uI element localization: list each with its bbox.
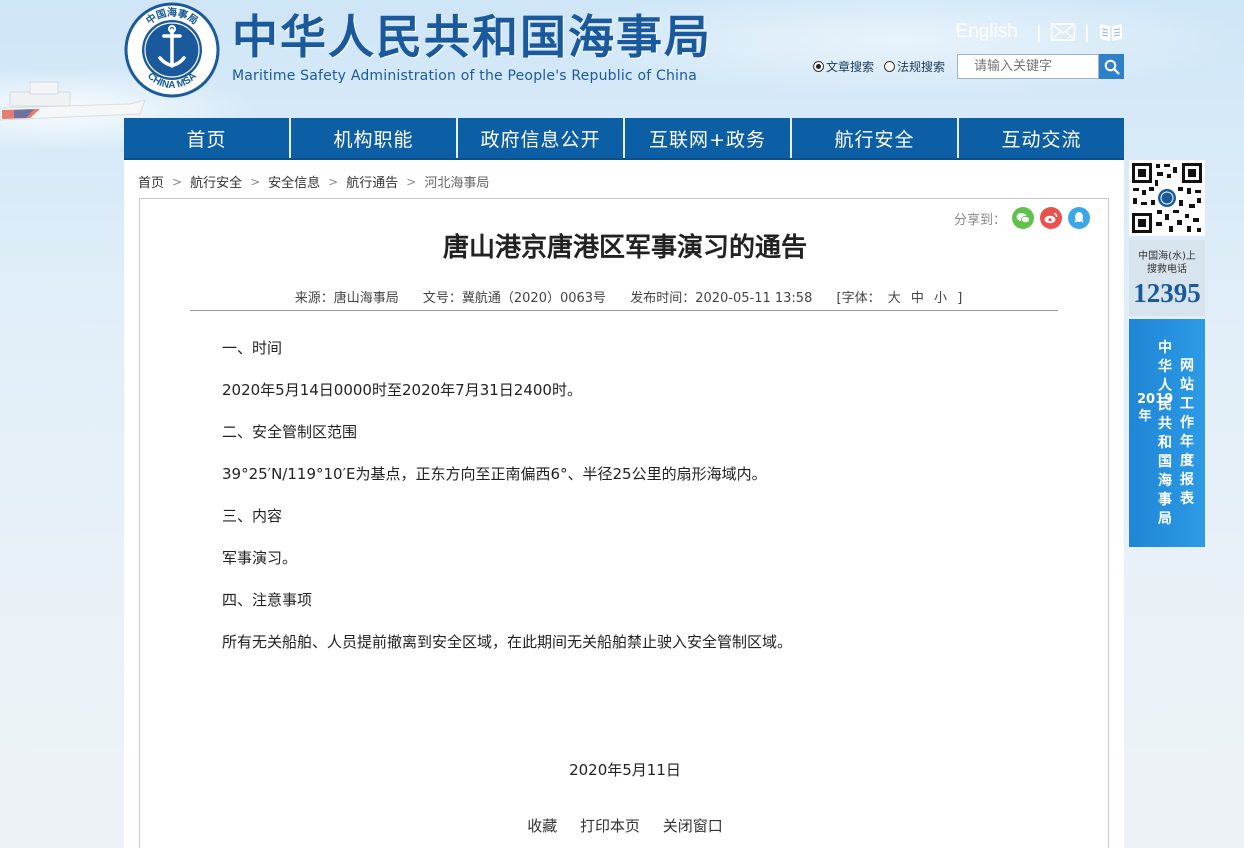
search-input[interactable] xyxy=(957,54,1099,79)
radio-regulation-search[interactable]: 法规搜索 xyxy=(883,58,945,75)
book-icon[interactable] xyxy=(1098,21,1124,43)
radio-dot[interactable] xyxy=(883,61,895,72)
article-paragraph: 三、内容 xyxy=(222,507,283,525)
font-size-label: [字体： xyxy=(836,291,881,306)
divider: | xyxy=(1083,21,1090,43)
font-size-large-button[interactable]: 大 xyxy=(888,291,901,306)
qq-share-icon[interactable] xyxy=(1068,207,1090,229)
article-paragraph: 军事演习。 xyxy=(222,549,298,567)
hotline-label: 中国海(水)上 xyxy=(1138,251,1196,262)
qr-code-icon[interactable] xyxy=(1129,160,1205,236)
article-actions: 收藏 打印本页 关闭窗口 xyxy=(140,815,1110,836)
breadcrumb-navigation-safety[interactable]: 航行安全 xyxy=(190,172,242,191)
breadcrumb-separator: > xyxy=(250,174,261,189)
wechat-share-icon[interactable] xyxy=(1012,207,1034,229)
msa-emblem-logo[interactable]: 中国海事局 CHINA MSA xyxy=(124,2,220,98)
breadcrumb-safety-info[interactable]: 安全信息 xyxy=(268,172,320,191)
site-header: 中国海事局 CHINA MSA 中华人民共和国海事局 Maritime Safe… xyxy=(124,0,1124,118)
radio-article-search[interactable]: 文章搜索 xyxy=(812,58,874,75)
breadcrumb-hebei-msa[interactable]: 河北海事局 xyxy=(424,172,489,191)
close-window-link[interactable]: 关闭窗口 xyxy=(663,817,723,835)
print-link[interactable]: 打印本页 xyxy=(580,817,640,835)
share-bar: 分享到： xyxy=(954,207,1090,229)
nav-item-functions[interactable]: 机构职能 xyxy=(291,118,458,158)
nav-item-navigation-safety[interactable]: 航行安全 xyxy=(792,118,959,158)
breadcrumb-separator: > xyxy=(328,174,339,189)
search-rescue-hotline[interactable]: 中国海(水)上 搜救电话 12395 xyxy=(1129,240,1205,316)
font-size-close-bracket: ] xyxy=(957,291,963,306)
share-label: 分享到： xyxy=(953,212,1006,228)
site-title-cn[interactable]: 中华人民共和国海事局 xyxy=(232,10,712,64)
search-icon xyxy=(1104,59,1120,75)
article-date: 2020年5月11日 xyxy=(569,761,681,779)
report-year: 2019年 xyxy=(1137,392,1174,424)
nav-item-interaction[interactable]: 互动交流 xyxy=(959,118,1124,158)
article-paragraph: 一、时间 xyxy=(222,339,283,357)
article-publish-time: 发布时间：2020-05-11 13:58 xyxy=(630,291,813,306)
article-paragraph: 39°25′N/119°10′E为基点，正东方向至正南偏西6°、半径25公里的扇… xyxy=(222,465,767,483)
title-divider xyxy=(190,310,1058,311)
favorite-link[interactable]: 收藏 xyxy=(527,817,557,835)
article-source: 来源：唐山海事局 xyxy=(294,291,399,306)
article-title: 唐山港京唐港区军事演习的通告 xyxy=(442,233,807,263)
mail-icon[interactable] xyxy=(1050,21,1076,43)
article-paragraph: 四、注意事项 xyxy=(222,591,313,609)
annual-report-banner[interactable]: 2019年 中华人民共和国海事局 网站工作年度报表 xyxy=(1129,319,1205,547)
breadcrumb-home[interactable]: 首页 xyxy=(138,172,164,191)
search-button[interactable] xyxy=(1099,54,1124,79)
breadcrumb-notices[interactable]: 航行通告 xyxy=(346,172,398,191)
breadcrumb-separator: > xyxy=(406,174,417,189)
nav-item-home[interactable]: 首页 xyxy=(124,118,291,158)
article-paragraph: 二、安全管制区范围 xyxy=(222,423,358,441)
english-link[interactable]: English xyxy=(956,21,1018,43)
radio-dot[interactable] xyxy=(812,61,824,72)
search-bar: 文章搜索 法规搜索 xyxy=(812,54,1124,79)
divider: | xyxy=(1035,21,1042,43)
nav-item-gov-info[interactable]: 政府信息公开 xyxy=(458,118,625,158)
hotline-label: 搜救电话 xyxy=(1147,264,1187,275)
article-paragraph: 2020年5月14日0000时至2020年7月31日2400时。 xyxy=(222,381,582,399)
article-panel: 分享到： 唐山港京唐港区军事演习的通告 来源：唐山海事局 文号：冀航通（2020… xyxy=(139,198,1109,848)
site-title-en: Maritime Safety Administration of the Pe… xyxy=(232,68,698,84)
article-doc-number: 文号：冀航通（2020）0063号 xyxy=(422,291,607,306)
font-size-medium-button[interactable]: 中 xyxy=(911,291,924,306)
breadcrumb-separator: > xyxy=(172,174,183,189)
weibo-share-icon[interactable] xyxy=(1040,207,1062,229)
hotline-number: 12395 xyxy=(1133,278,1201,308)
breadcrumb: 首页 > 航行安全 > 安全信息 > 航行通告 > 河北海事局 xyxy=(138,172,489,192)
right-sidebar: 中国海(水)上 搜救电话 12395 2019年 中华人民共和国海事局 网站工作… xyxy=(1129,160,1205,547)
top-links: English | | xyxy=(956,18,1124,46)
radio-label: 文章搜索 xyxy=(825,60,874,74)
font-size-small-button[interactable]: 小 xyxy=(934,291,947,306)
radio-label: 法规搜索 xyxy=(896,60,945,74)
article-meta: 来源：唐山海事局 文号：冀航通（2020）0063号 发布时间：2020-05-… xyxy=(140,287,1110,306)
main-nav: 首页 机构职能 政府信息公开 互联网+政务 航行安全 互动交流 xyxy=(124,118,1124,160)
report-org-name: 中华人民共和国海事局 xyxy=(1158,340,1172,527)
nav-item-internet-gov[interactable]: 互联网+政务 xyxy=(625,118,792,158)
article-body: 一、时间 2020年5月14日0000时至2020年7月31日2400时。 二、… xyxy=(222,339,1042,675)
content-area: 首页 > 航行安全 > 安全信息 > 航行通告 > 河北海事局 分享到： 唐山港… xyxy=(124,160,1124,848)
report-title: 网站工作年度报表 xyxy=(1180,358,1194,507)
article-paragraph: 所有无关船舶、人员提前撤离到安全区域，在此期间无关船舶禁止驶入安全管制区域。 xyxy=(222,633,793,651)
